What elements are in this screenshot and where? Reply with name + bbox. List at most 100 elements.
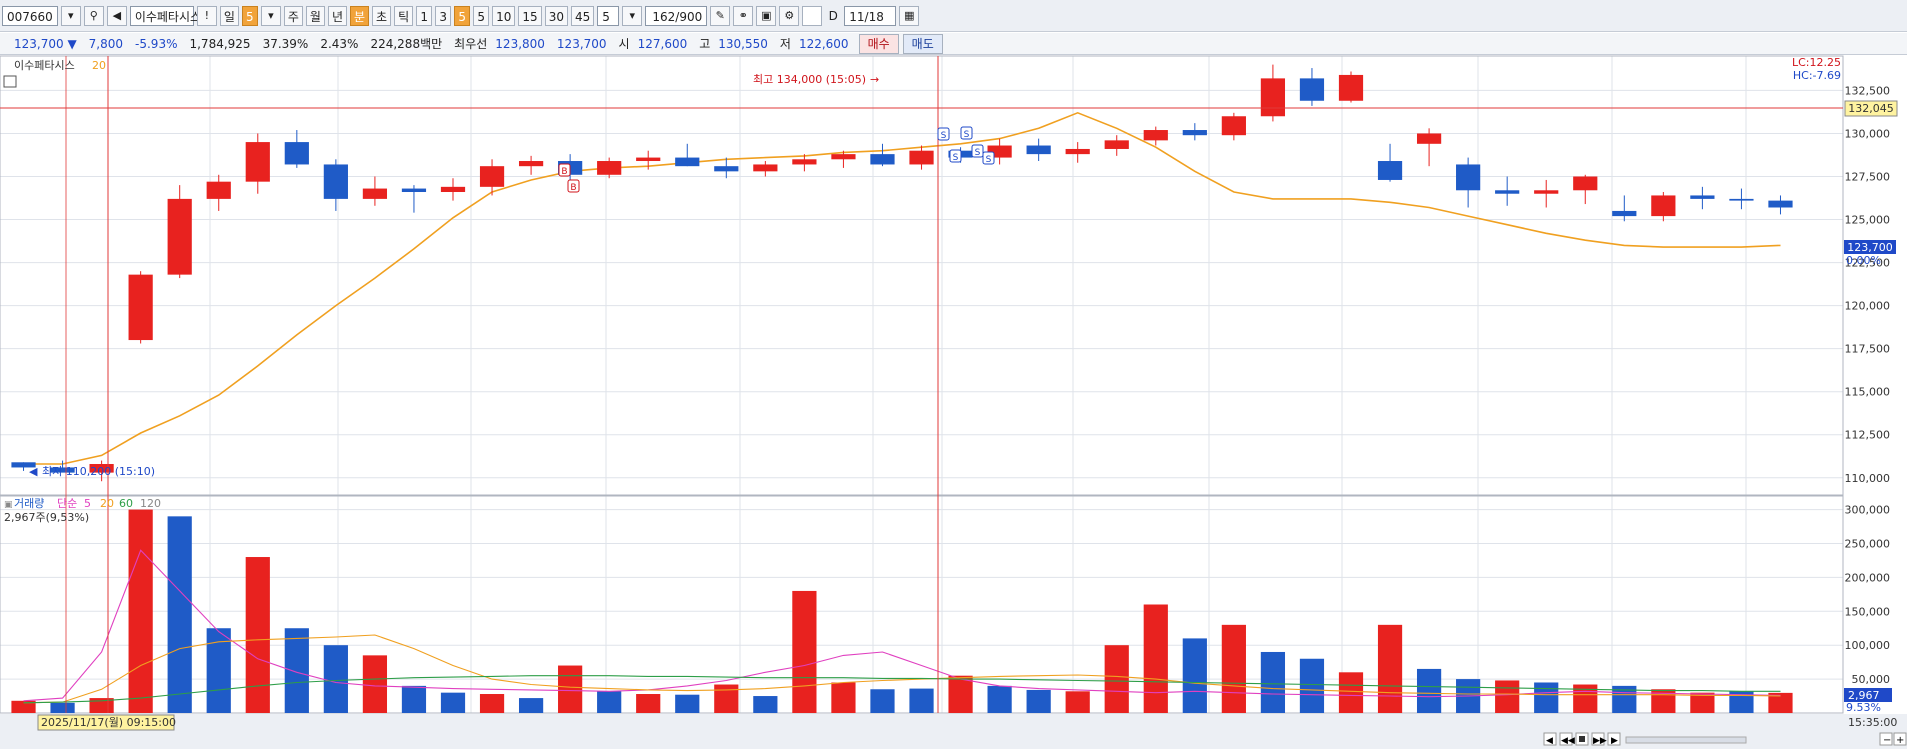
candle: [128, 274, 153, 341]
volume-bar: [831, 682, 856, 713]
sell-signal-marker: S: [949, 149, 962, 163]
candle: [167, 198, 192, 275]
volume-tick-label: 200,000: [1845, 571, 1891, 584]
end-time: 15:35:00: [1848, 716, 1897, 729]
volume-bar: [1416, 668, 1442, 713]
price-axis: 110,000112,500115,000117,500120,000122,5…: [1845, 84, 1891, 484]
ma-legend: 20: [92, 59, 106, 72]
footer-bar: [0, 714, 1907, 749]
svg-text:S: S: [941, 131, 947, 141]
last-price-box: 123,700: [1844, 240, 1896, 254]
volume-bar: [987, 685, 1012, 713]
svg-text:123,700: 123,700: [1847, 241, 1893, 254]
candle: [440, 186, 466, 193]
svg-text:◀: ◀: [1546, 736, 1553, 746]
svg-text:132,045: 132,045: [1848, 102, 1894, 115]
volume-tick-label: 150,000: [1845, 605, 1891, 618]
zoom-slider[interactable]: [1625, 736, 1747, 744]
chart-canvas[interactable]: 110,000112,500115,000117,500120,000122,5…: [0, 0, 1907, 749]
volume-bar: [245, 557, 270, 713]
candle: [714, 166, 739, 172]
candle: [206, 181, 231, 199]
sell-signal-marker: S: [960, 126, 973, 140]
high-arrow-icon: →: [870, 73, 879, 86]
price-tick-label: 117,500: [1845, 343, 1891, 356]
volume-tick-label: 250,000: [1845, 537, 1891, 550]
candle: [479, 166, 505, 187]
candle: [1221, 116, 1246, 136]
price-panel-title: 이수페타시스: [14, 59, 75, 72]
table-icon[interactable]: [3, 75, 17, 88]
price-tick-label: 127,500: [1845, 171, 1891, 184]
volume-bar: [1026, 689, 1051, 713]
hc-label: HC:-7.69: [1793, 69, 1841, 82]
volume-bar: [167, 516, 192, 713]
candle: [284, 142, 309, 165]
crosshair-time: 2025/11/17(월) 09:15:00: [41, 716, 176, 729]
candle: [1651, 195, 1676, 217]
volume-bar: [284, 628, 309, 713]
candle: [675, 157, 700, 167]
candle: [1456, 164, 1481, 191]
price-tick-label: 125,000: [1845, 214, 1891, 227]
candle: [1534, 190, 1559, 194]
candle: [1299, 78, 1325, 101]
volume-bar: [675, 694, 700, 713]
candle: [1260, 78, 1286, 117]
low-annotation: 최저 110,200 (15:10): [42, 465, 155, 478]
volume-ma20-legend: 20: [100, 497, 114, 510]
candle: [1768, 200, 1793, 208]
volume-tick-label: 300,000: [1845, 504, 1891, 517]
volume-last-box: 2,967: [1844, 688, 1892, 702]
volume-bar: [1143, 604, 1168, 713]
volume-bar: [362, 655, 388, 713]
candle: [1729, 198, 1754, 201]
svg-text:S: S: [986, 155, 992, 165]
svg-text:B: B: [570, 183, 576, 193]
candle: [753, 164, 778, 172]
price-panel-frame: [0, 55, 1844, 496]
svg-text:▶: ▶: [1611, 736, 1618, 746]
candle: [1416, 133, 1442, 144]
volume-bar: [1338, 672, 1364, 713]
volume-ma-type: 단순: [57, 497, 77, 510]
crosshair-price-box: 132,045: [1844, 100, 1898, 117]
volume-panel-icon[interactable]: ▣: [4, 500, 13, 510]
sell-signal-marker: S: [982, 151, 995, 165]
volume-bar: [1495, 680, 1520, 713]
svg-text:+: +: [1896, 735, 1904, 746]
lc-label: LC:12.25: [1792, 56, 1841, 69]
high-annotation: 최고 134,000 (15:05): [753, 73, 866, 86]
svg-text:B: B: [561, 167, 567, 177]
low-arrow-icon: ◀: [29, 465, 38, 478]
candle: [1338, 74, 1364, 101]
svg-text:S: S: [975, 148, 981, 158]
price-tick-label: 120,000: [1845, 300, 1891, 313]
candle: [636, 157, 661, 162]
volume-panel-frame: [0, 495, 1844, 714]
volume-bar: [597, 691, 622, 713]
svg-text:S: S: [953, 153, 959, 163]
volume-bar: [753, 696, 778, 713]
candle: [1104, 140, 1129, 149]
volume-ma60-legend: 60: [119, 497, 133, 510]
ma20-line: [23, 111, 1781, 465]
volume-bar: [792, 590, 817, 713]
volume-tick-label: 100,000: [1845, 639, 1891, 652]
sell-signal-marker: S: [937, 127, 950, 141]
volume-bar: [323, 645, 348, 713]
candle: [245, 142, 270, 182]
volume-bar: [479, 694, 505, 713]
buy-signal-marker: B: [558, 163, 571, 177]
volume-last-pct: 9.53%: [1846, 701, 1881, 714]
volume-bar: [518, 698, 544, 713]
candle: [401, 188, 427, 193]
candle: [1573, 176, 1598, 191]
volume-bar: [948, 675, 973, 713]
volume-bar: [870, 689, 895, 713]
volume-bar: [401, 685, 427, 713]
volume-bar: [50, 702, 75, 713]
volume-ma120-legend: 120: [140, 497, 161, 510]
candle: [1143, 130, 1168, 141]
volume-bar: [714, 684, 739, 713]
